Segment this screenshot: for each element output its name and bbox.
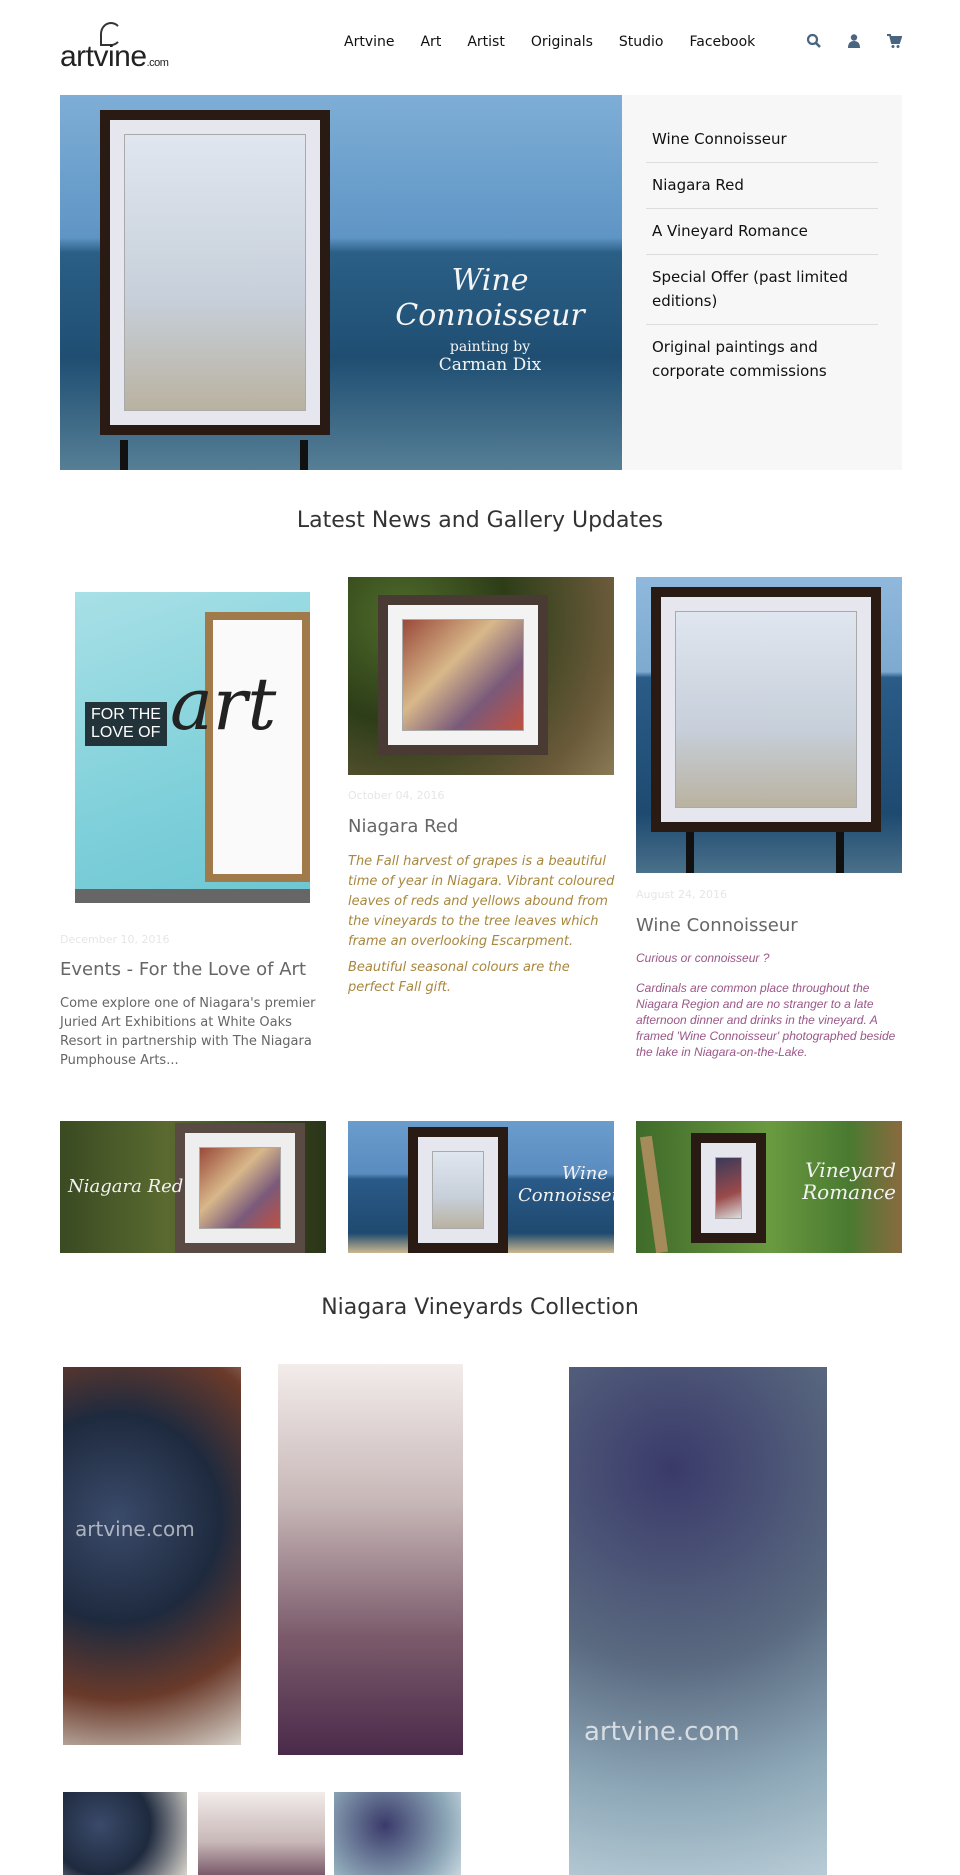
menu-original-paintings[interactable]: Original paintings and corporate commiss… (646, 325, 878, 394)
post-date: December 10, 2016 (60, 933, 170, 946)
logo-suffix: .com (146, 57, 169, 69)
hero-subtitle: painting by (449, 339, 531, 355)
menu-wine-connoisseur[interactable]: Wine Connoisseur (646, 117, 878, 163)
hero-artist: Carman Dix (438, 355, 542, 375)
nav-artvine[interactable]: Artvine (344, 32, 394, 52)
post-date: August 24, 2016 (636, 888, 727, 901)
search-icon[interactable] (805, 33, 823, 51)
hero-caption: Wine Connoisseur painting by Carman Dix (360, 263, 620, 375)
nav-studio[interactable]: Studio (619, 32, 664, 52)
post-date: October 04, 2016 (348, 789, 445, 802)
wine-connoisseur-image[interactable] (636, 577, 902, 873)
post-excerpt: Curious or connoisseur ? Cardinals are c… (636, 951, 896, 1059)
menu-niagara-red[interactable]: Niagara Red (646, 163, 878, 209)
gallery-thumb[interactable] (198, 1792, 325, 1875)
news-heading: Latest News and Gallery Updates (296, 508, 664, 533)
logo[interactable]: artvine.com (60, 22, 175, 73)
gallery-winter-cardinal-image[interactable] (278, 1364, 463, 1755)
gallery-cardinals-grapes-image[interactable]: artvine.com (63, 1367, 241, 1745)
events-poster-image[interactable]: FOR THE LOVE OF art (75, 592, 310, 903)
nav-originals[interactable]: Originals (531, 32, 593, 52)
post-title[interactable]: Niagara Red (348, 816, 458, 837)
menu-vineyard-romance[interactable]: A Vineyard Romance (646, 209, 878, 255)
menu-special-offer[interactable]: Special Offer (past limited editions) (646, 255, 878, 325)
banner-niagara-red[interactable]: Niagara Red (60, 1121, 326, 1253)
niagara-red-image[interactable] (348, 577, 614, 775)
post-title[interactable]: Wine Connoisseur (636, 915, 798, 936)
hero-image[interactable]: Wine Connoisseur painting by Carman Dix (60, 95, 622, 470)
hero-title: Wine Connoisseur (395, 263, 585, 333)
nav-facebook[interactable]: Facebook (689, 32, 755, 52)
post-title[interactable]: Events - For the Love of Art (60, 959, 306, 980)
framed-painting (100, 110, 330, 435)
main-nav: Artvine Art Artist Originals Studio Face… (344, 32, 781, 52)
post-excerpt: Come explore one of Niagara's premier Ju… (60, 996, 316, 1068)
hero-sidebar-menu: Wine Connoisseur Niagara Red A Vineyard … (622, 95, 902, 470)
banner-wine-connoisseur[interactable]: Wine Connoisseur (348, 1121, 614, 1253)
gallery-thumb[interactable] (63, 1792, 187, 1875)
collection-heading: Niagara Vineyards Collection (321, 1295, 639, 1320)
nav-art[interactable]: Art (420, 32, 441, 52)
cart-icon[interactable] (885, 33, 903, 51)
gallery-grapes-vine-image[interactable]: artvine.com (569, 1367, 827, 1875)
gallery-thumb[interactable] (334, 1792, 461, 1875)
banner-vineyard-romance[interactable]: Vineyard Romance (636, 1121, 902, 1253)
post-excerpt: The Fall harvest of grapes is a beautifu… (348, 854, 615, 995)
logo-text: artvine (60, 40, 147, 73)
user-icon[interactable] (845, 33, 863, 51)
nav-artist[interactable]: Artist (467, 32, 505, 52)
